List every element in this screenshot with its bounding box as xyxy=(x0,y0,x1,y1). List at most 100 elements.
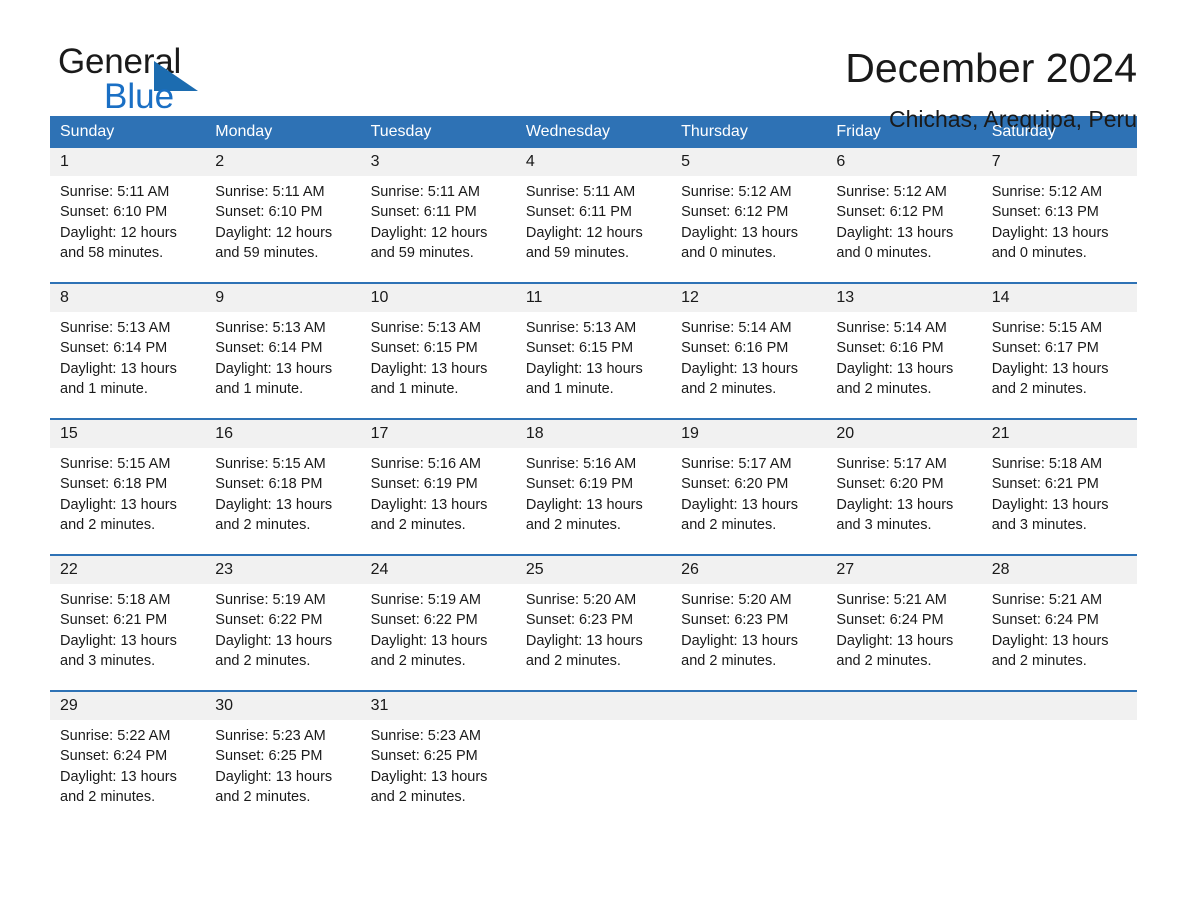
sunrise-text: Sunrise: 5:11 AM xyxy=(370,184,480,200)
day-cell: Sunrise: 5:13 AM Sunset: 6:14 PM Daylight:… xyxy=(205,318,360,418)
day-number[interactable]: 19 xyxy=(671,420,826,448)
day-number[interactable]: 3 xyxy=(361,148,516,176)
day-number[interactable]: 6 xyxy=(826,148,981,176)
day-number[interactable]: 9 xyxy=(205,284,360,312)
day-number[interactable]: 16 xyxy=(205,420,360,448)
day-number[interactable]: 1 xyxy=(50,148,205,176)
day-cell: Sunrise: 5:23 AM Sunset: 6:25 PM Daylight:… xyxy=(205,726,360,826)
day-number[interactable]: 18 xyxy=(516,420,671,448)
week-detail-row: Sunrise: 5:13 AM Sunset: 6:14 PM Daylight:… xyxy=(50,312,1137,418)
daylight-text-line1: Daylight: 13 hours xyxy=(215,360,333,377)
weekday-header-wednesday: Wednesday xyxy=(525,123,611,140)
daylight-text-line2: and 2 minutes. xyxy=(681,380,777,397)
general-blue-logo[interactable]: General Blue xyxy=(58,44,258,116)
calendar-page: General Blue December 2024 Chichas, Areq… xyxy=(0,0,1188,918)
day-cell: Sunrise: 5:21 AM Sunset: 6:24 PM Daylight:… xyxy=(982,590,1137,690)
day-number[interactable]: 26 xyxy=(671,556,826,584)
day-number-empty xyxy=(516,692,671,720)
daylight-text-line2: and 2 minutes. xyxy=(836,652,932,669)
day-number[interactable]: 7 xyxy=(982,148,1137,176)
day-number[interactable]: 15 xyxy=(50,420,205,448)
weekday-header-tuesday: Tuesday xyxy=(370,123,432,140)
weekday-header-thursday: Thursday xyxy=(681,123,748,140)
sunrise-text: Sunrise: 5:12 AM xyxy=(681,184,792,200)
day-number[interactable]: 11 xyxy=(516,284,671,312)
sunrise-text: Sunrise: 5:13 AM xyxy=(370,320,481,336)
day-cell: Sunrise: 5:11 AM Sunset: 6:10 PM Daylight:… xyxy=(205,182,360,282)
daylight-text-line1: Daylight: 13 hours xyxy=(836,496,954,513)
day-number[interactable]: 4 xyxy=(516,148,671,176)
day-number[interactable]: 14 xyxy=(982,284,1137,312)
daylight-text-line1: Daylight: 13 hours xyxy=(60,768,177,785)
sunrise-text: Sunrise: 5:16 AM xyxy=(370,456,481,472)
daylight-text-line2: and 2 minutes. xyxy=(215,652,311,669)
daylight-text-line2: and 2 minutes. xyxy=(215,788,311,805)
day-number-empty xyxy=(826,692,981,720)
day-number[interactable]: 24 xyxy=(361,556,516,584)
sunset-text: Sunset: 6:16 PM xyxy=(681,340,789,357)
sunset-text: Sunset: 6:22 PM xyxy=(215,612,323,629)
day-number[interactable]: 12 xyxy=(671,284,826,312)
day-cell-empty xyxy=(516,726,671,826)
sunset-text: Sunset: 6:10 PM xyxy=(60,204,168,221)
calendar-grid: Sunday Monday Tuesday Wednesday Thursday… xyxy=(50,116,1137,826)
day-number-empty xyxy=(671,692,826,720)
daylight-text-line2: and 2 minutes. xyxy=(60,788,156,805)
day-number[interactable]: 29 xyxy=(50,692,205,720)
sunset-text: Sunset: 6:12 PM xyxy=(836,204,944,221)
day-number[interactable]: 17 xyxy=(361,420,516,448)
day-number[interactable]: 8 xyxy=(50,284,205,312)
daylight-text-line2: and 59 minutes. xyxy=(525,244,630,261)
day-number[interactable]: 31 xyxy=(361,692,516,720)
sunrise-text: Sunrise: 5:11 AM xyxy=(525,184,636,200)
sunrise-text: Sunrise: 5:23 AM xyxy=(215,728,326,744)
week-detail-row: Sunrise: 5:22 AM Sunset: 6:24 PM Daylight:… xyxy=(50,720,1137,826)
day-cell: Sunrise: 5:14 AM Sunset: 6:16 PM Daylight:… xyxy=(671,318,826,418)
day-number[interactable]: 2 xyxy=(205,148,360,176)
day-number[interactable]: 5 xyxy=(671,148,826,176)
sunrise-text: Sunrise: 5:21 AM xyxy=(836,592,947,608)
week-detail-row: Sunrise: 5:15 AM Sunset: 6:18 PM Daylight:… xyxy=(50,448,1137,554)
day-number[interactable]: 21 xyxy=(982,420,1137,448)
day-number[interactable]: 30 xyxy=(205,692,360,720)
daylight-text-line2: and 1 minute. xyxy=(525,380,614,397)
daylight-text-line1: Daylight: 13 hours xyxy=(681,360,798,377)
daylight-text-line1: Daylight: 12 hours xyxy=(525,224,643,241)
daylight-text-line1: Daylight: 13 hours xyxy=(525,496,643,513)
daylight-text-line1: Daylight: 13 hours xyxy=(681,632,798,649)
day-cell: Sunrise: 5:13 AM Sunset: 6:14 PM Daylight:… xyxy=(50,318,205,418)
sunrise-text: Sunrise: 5:14 AM xyxy=(836,320,947,336)
sunrise-text: Sunrise: 5:18 AM xyxy=(991,456,1103,472)
daylight-text-line2: and 0 minutes. xyxy=(681,244,777,261)
day-number[interactable]: 22 xyxy=(50,556,205,584)
day-number[interactable]: 10 xyxy=(361,284,516,312)
day-number[interactable]: 23 xyxy=(205,556,360,584)
daylight-text-line2: and 2 minutes. xyxy=(525,516,621,533)
day-cell: Sunrise: 5:20 AM Sunset: 6:23 PM Daylight:… xyxy=(516,590,671,690)
daylight-text-line2: and 3 minutes. xyxy=(836,516,932,533)
day-number[interactable]: 13 xyxy=(826,284,981,312)
day-number[interactable]: 27 xyxy=(826,556,981,584)
day-number-empty xyxy=(982,692,1137,720)
daylight-text-line2: and 2 minutes. xyxy=(370,788,466,805)
day-cell: Sunrise: 5:13 AM Sunset: 6:15 PM Daylight:… xyxy=(361,318,516,418)
sunrise-text: Sunrise: 5:15 AM xyxy=(60,456,171,472)
day-number[interactable]: 25 xyxy=(516,556,671,584)
sunrise-text: Sunrise: 5:13 AM xyxy=(215,320,326,336)
sunset-text: Sunset: 6:15 PM xyxy=(370,340,478,357)
daylight-text-line1: Daylight: 13 hours xyxy=(370,768,488,785)
sunset-text: Sunset: 6:14 PM xyxy=(60,340,168,357)
day-number[interactable]: 28 xyxy=(982,556,1137,584)
sunset-text: Sunset: 6:10 PM xyxy=(215,204,323,221)
weekday-header-monday: Monday xyxy=(215,123,273,140)
daylight-text-line1: Daylight: 13 hours xyxy=(525,632,643,649)
sunset-text: Sunset: 6:16 PM xyxy=(836,340,944,357)
calendar-week-row: 8 9 10 11 12 13 14 Sunrise: 5:13 AM Sunset: 6:14… xyxy=(50,282,1137,418)
sunset-text: Sunset: 6:21 PM xyxy=(60,612,168,629)
sunrise-text: Sunrise: 5:11 AM xyxy=(215,184,325,200)
day-cell: Sunrise: 5:15 AM Sunset: 6:18 PM Daylight:… xyxy=(50,454,205,554)
day-cell: Sunrise: 5:19 AM Sunset: 6:22 PM Daylight:… xyxy=(361,590,516,690)
sunset-text: Sunset: 6:18 PM xyxy=(60,476,168,493)
daylight-text-line1: Daylight: 13 hours xyxy=(215,632,333,649)
day-number[interactable]: 20 xyxy=(826,420,981,448)
